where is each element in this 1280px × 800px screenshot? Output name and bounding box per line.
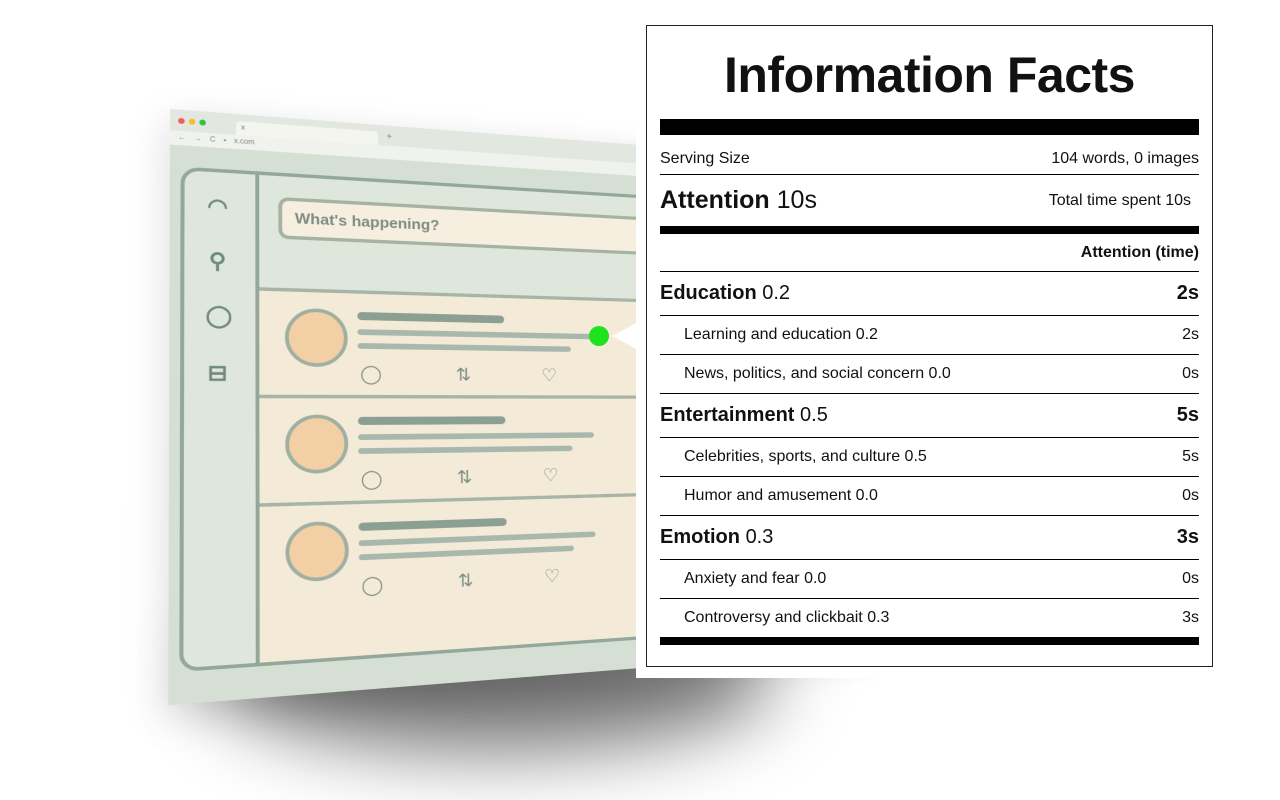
post-line xyxy=(357,311,505,324)
close-dot-icon[interactable] xyxy=(178,117,185,124)
subcategory-label: Celebrities, sports, and culture 0.5 xyxy=(684,448,927,465)
category-name: Education xyxy=(660,282,757,304)
card-pointer xyxy=(612,322,638,350)
avatar xyxy=(285,520,349,583)
category-time: 3s xyxy=(1176,526,1199,548)
heart-icon[interactable]: ♡ xyxy=(544,565,560,588)
category-name: Entertainment xyxy=(660,404,795,426)
post-line xyxy=(357,329,593,340)
subcategory-time: 3s xyxy=(1182,609,1199,626)
minimize-dot-icon[interactable] xyxy=(188,117,196,125)
serving-size-row: Serving Size 104 words, 0 images xyxy=(660,135,1199,175)
list-icon[interactable]: ⊟ xyxy=(206,361,230,385)
reload-icon[interactable]: C xyxy=(210,137,216,144)
category-name: Emotion xyxy=(660,526,740,548)
subcategory-row: News, politics, and social concern 0.0 0… xyxy=(660,355,1199,394)
column-header: Attention (time) xyxy=(660,234,1199,272)
feed-post[interactable]: ◯ ⇅ ♡ xyxy=(259,394,645,504)
search-icon[interactable]: ⚲ xyxy=(206,249,230,273)
avatar xyxy=(284,307,348,368)
post-actions: ◯ ⇅ ♡ xyxy=(361,565,560,598)
subcategory-time: 5s xyxy=(1182,448,1199,465)
maximize-dot-icon[interactable] xyxy=(199,118,206,126)
subcategory-row: Celebrities, sports, and culture 0.5 5s xyxy=(660,438,1199,477)
reply-icon[interactable]: ◯ xyxy=(361,573,383,598)
heart-icon[interactable]: ♡ xyxy=(541,365,557,387)
post-line xyxy=(358,545,575,561)
attention-row: Attention 10s Total time spent 10s xyxy=(660,175,1199,227)
serving-size-label: Serving Size xyxy=(660,149,750,167)
category-score: 0.5 xyxy=(800,404,828,426)
category-time: 5s xyxy=(1176,404,1199,426)
category-score: 0.3 xyxy=(745,526,774,548)
subcategory-label: Controversy and clickbait 0.3 xyxy=(684,609,890,626)
subcategory-time: 0s xyxy=(1182,570,1199,587)
subcategory-time: 0s xyxy=(1182,365,1199,382)
post-line xyxy=(357,432,594,441)
heart-icon[interactable]: ♡ xyxy=(543,464,559,486)
serving-size-value: 104 words, 0 images xyxy=(1051,149,1199,167)
divider-end xyxy=(660,637,1199,645)
subcategory-label: Learning and education 0.2 xyxy=(684,326,878,343)
compose-input[interactable]: What's happening? xyxy=(278,196,673,257)
back-icon[interactable]: ← xyxy=(178,134,186,142)
reply-icon[interactable]: ◯ xyxy=(360,363,382,386)
post-line xyxy=(357,416,506,426)
post-actions: ◯ ⇅ ♡ xyxy=(361,464,559,491)
subcategory-label: Anxiety and fear 0.0 xyxy=(684,570,827,587)
card-title: Information Facts xyxy=(724,47,1135,103)
retweet-icon[interactable]: ⇅ xyxy=(457,466,473,489)
subcategory-time: 0s xyxy=(1182,487,1199,504)
category-education: Education 0.2 2s xyxy=(660,272,1199,316)
category-time: 2s xyxy=(1176,282,1199,304)
category-emotion: Emotion 0.3 3s xyxy=(660,516,1199,560)
post-actions: ◯ ⇅ ♡ xyxy=(360,363,557,387)
lock-icon: ▪ xyxy=(223,137,227,145)
subcategory-time: 2s xyxy=(1182,326,1199,343)
post-line xyxy=(358,531,596,547)
attention-value: 10s xyxy=(776,186,817,214)
divider-thick xyxy=(660,119,1199,135)
chat-icon[interactable]: ◯ xyxy=(206,303,233,327)
attention-summary: Attention 10s xyxy=(660,186,817,215)
forward-icon[interactable]: → xyxy=(194,135,202,143)
retweet-icon[interactable]: ⇅ xyxy=(458,569,474,593)
home-icon[interactable]: ◠ xyxy=(206,194,230,219)
subcategory-row: Learning and education 0.2 2s xyxy=(660,316,1199,355)
category-entertainment: Entertainment 0.5 5s xyxy=(660,394,1199,438)
post-line xyxy=(358,517,507,531)
feed-post[interactable]: ◯ ⇅ ♡ xyxy=(259,287,644,396)
post-line xyxy=(358,445,573,455)
feed-post[interactable]: ◯ ⇅ ♡ xyxy=(259,492,647,613)
reply-icon[interactable]: ◯ xyxy=(361,468,383,492)
subcategory-row: Humor and amusement 0.0 0s xyxy=(660,477,1199,516)
avatar xyxy=(285,414,349,475)
new-tab-button[interactable]: + xyxy=(386,131,392,141)
url-text: x.com xyxy=(233,138,255,147)
tracking-marker[interactable] xyxy=(589,326,609,346)
subcategory-row: Anxiety and fear 0.0 0s xyxy=(660,560,1199,599)
information-facts-card: Information Facts Serving Size 104 words… xyxy=(646,25,1213,667)
attention-label: Attention xyxy=(660,186,770,214)
feed: ◯ ⇅ ♡ ◯ ⇅ ♡ ◯ ⇅ ♡ xyxy=(259,287,648,663)
category-score: 0.2 xyxy=(762,282,791,304)
divider-medium xyxy=(660,227,1199,234)
subcategory-label: News, politics, and social concern 0.0 xyxy=(684,365,951,382)
total-time: Total time spent 10s xyxy=(1048,191,1191,209)
retweet-icon[interactable]: ⇅ xyxy=(456,364,472,387)
subcategory-row: Controversy and clickbait 0.3 3s xyxy=(660,599,1199,637)
subcategory-label: Humor and amusement 0.0 xyxy=(684,487,878,504)
post-line xyxy=(357,343,572,352)
